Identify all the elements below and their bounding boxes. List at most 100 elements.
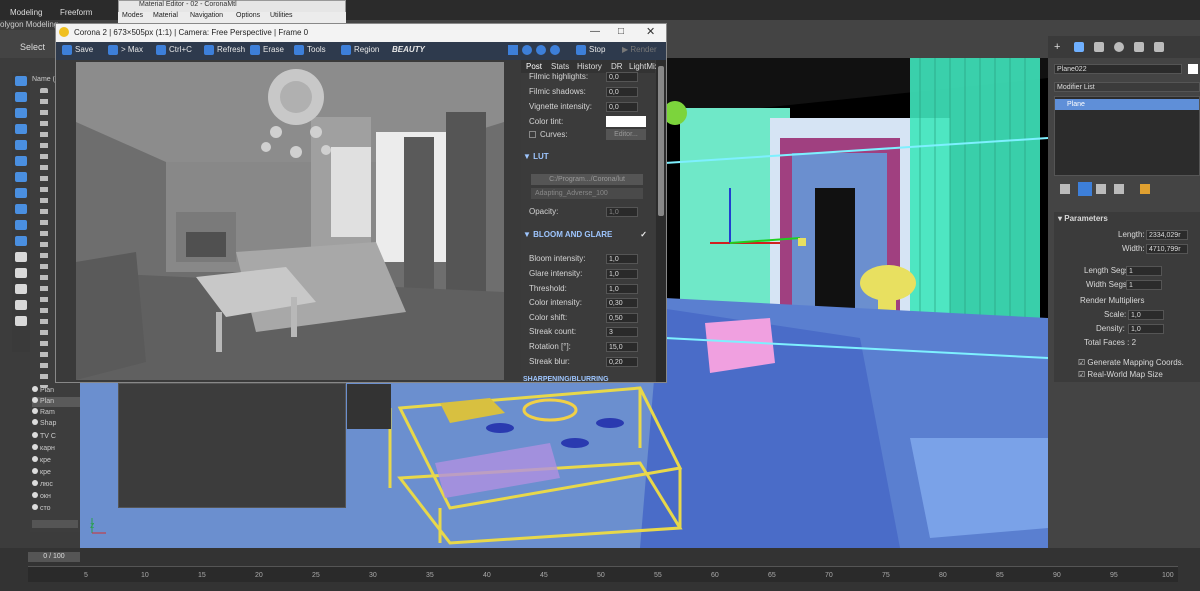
sort-icon[interactable] [15,284,27,294]
tab-history[interactable]: History [577,62,602,71]
color-shift-field[interactable]: 0,50 [606,313,638,323]
length-segs-field[interactable]: 1 [1126,266,1162,276]
threshold-field[interactable]: 1,0 [606,284,638,294]
length-field[interactable]: 2334,029r [1146,230,1188,240]
lut-path-button[interactable]: C:/Program.../Corona/lut [531,174,643,185]
geometry-icon[interactable] [15,92,27,102]
group-icon[interactable] [15,188,27,198]
filmic-shadows-field[interactable]: 0,0 [606,87,638,97]
scene-item[interactable]: окн [32,492,80,502]
sharpening-section-header[interactable]: SHARPENING/BLURRING [523,376,653,384]
utilities-icon[interactable] [1154,42,1164,52]
menu-navigation[interactable]: Navigation [190,12,223,19]
object-color-swatch[interactable] [1188,64,1198,74]
visibility-icon[interactable] [32,468,38,474]
bone-icon[interactable] [15,220,27,230]
visibility-icon[interactable] [32,456,38,462]
visibility-icon[interactable] [32,492,38,498]
configure-sets-icon[interactable] [1140,184,1150,194]
zoom-out-icon[interactable] [536,45,546,55]
scene-item[interactable]: TV C [32,432,80,442]
close-icon[interactable]: ✕ [646,25,655,38]
bloom-enabled-check[interactable]: ✓ [640,230,647,239]
ribbon-tab-freeform[interactable]: Freeform [56,8,96,20]
visibility-icon[interactable] [32,397,38,403]
stack-item-plane[interactable]: Plane [1055,99,1199,110]
menu-material[interactable]: Material [153,12,178,19]
object-name-field[interactable]: Plane022 [1054,64,1182,74]
beauty-selector[interactable]: BEAUTY [392,45,425,57]
time-slider[interactable]: 0 / 100 [28,552,80,562]
track-bar[interactable]: 5 10 15 20 25 30 35 40 45 50 55 60 65 70… [28,566,1178,582]
post-panel-scrollbar[interactable] [656,60,666,382]
scene-item[interactable]: Shap [32,419,80,429]
layer-icon[interactable] [15,252,27,262]
settings-icon[interactable] [15,316,27,326]
helper-icon[interactable] [15,156,27,166]
hierarchy-icon[interactable] [1094,42,1104,52]
tab-post[interactable]: Post [526,62,542,71]
streak-blur-field[interactable]: 0,20 [606,357,638,367]
real-world-map-checkbox[interactable]: ☑ Real-World Map Size [1078,370,1163,379]
dropdown-icon[interactable] [508,45,518,55]
visibility-icon[interactable] [32,432,38,438]
modifier-list-dropdown[interactable]: Modifier List [1054,82,1200,92]
color-tint-swatch[interactable] [606,116,646,127]
menu-modes[interactable]: Modes [122,12,143,19]
visibility-icon[interactable] [32,480,38,486]
scene-scrollbar[interactable] [32,520,78,528]
to-max-button[interactable]: > Max [108,45,143,57]
lut-section-header[interactable]: ▼ LUT [523,152,653,166]
scene-item[interactable]: Plan [32,386,80,396]
visibility-icon[interactable] [32,504,38,510]
maximize-icon[interactable]: □ [618,26,624,37]
density-field[interactable]: 1,0 [1128,324,1164,334]
width-field[interactable]: 4710,799r [1146,244,1188,254]
shapes-icon[interactable] [15,108,27,118]
create-icon[interactable]: + [1054,42,1064,53]
modify-icon[interactable] [1074,42,1084,52]
erase-button[interactable]: Erase [250,45,284,57]
make-unique-icon[interactable] [1096,184,1106,194]
refresh-button[interactable]: Refresh [204,45,245,57]
visibility-icon[interactable] [32,386,38,392]
region-button[interactable]: Region [341,45,379,57]
pin-stack-icon[interactable] [1060,184,1070,194]
funnel-icon[interactable] [15,300,27,310]
zoom-in-icon[interactable] [522,45,532,55]
motion-icon[interactable] [1114,42,1124,52]
tab-lightmix[interactable]: LightMix [629,62,659,71]
curves-editor-button[interactable]: Editor... [606,129,646,140]
corona-titlebar[interactable]: Corona 2 | 673×505px (1:1) | Camera: Fre… [56,24,666,42]
scene-item-selected[interactable]: Plan [32,397,80,407]
filter-icon[interactable] [15,76,27,86]
zoom-fit-icon[interactable] [550,45,560,55]
width-segs-field[interactable]: 1 [1126,280,1162,290]
remove-modifier-icon[interactable] [1114,184,1124,194]
ribbon-tab-modeling[interactable]: Modeling [6,8,46,20]
color-intensity-field[interactable]: 0,30 [606,298,638,308]
scale-field[interactable]: 1,0 [1128,310,1164,320]
glare-intensity-field[interactable]: 1,0 [606,269,638,279]
generate-mapping-checkbox[interactable]: ☑ Generate Mapping Coords. [1078,358,1184,367]
opacity-field[interactable]: 1,0 [606,207,638,217]
scene-item[interactable]: кре [32,468,80,478]
bloom-intensity-field[interactable]: 1,0 [606,254,638,264]
minimize-icon[interactable]: — [590,26,600,37]
tab-stats[interactable]: Stats [551,62,569,71]
tools-button[interactable]: Tools [294,45,326,57]
vignette-intensity-field[interactable]: 0,0 [606,102,638,112]
streak-count-field[interactable]: 3 [606,327,638,337]
rotation-field[interactable]: 15,0 [606,342,638,352]
show-end-result-icon[interactable] [1078,182,1092,196]
menu-utilities[interactable]: Utilities [270,12,293,19]
spacewarp-icon[interactable] [15,172,27,182]
visibility-icon[interactable] [32,419,38,425]
select-button[interactable]: Select [20,42,45,52]
parameters-title[interactable]: ▾ Parameters [1058,214,1108,223]
curves-checkbox[interactable] [529,131,536,138]
save-button[interactable]: Save [62,45,93,57]
stop-button[interactable]: Stop [576,45,605,57]
tab-dr[interactable]: DR [611,62,623,71]
bloom-section-header[interactable]: ▼ BLOOM AND GLARE ✓ [523,230,653,244]
